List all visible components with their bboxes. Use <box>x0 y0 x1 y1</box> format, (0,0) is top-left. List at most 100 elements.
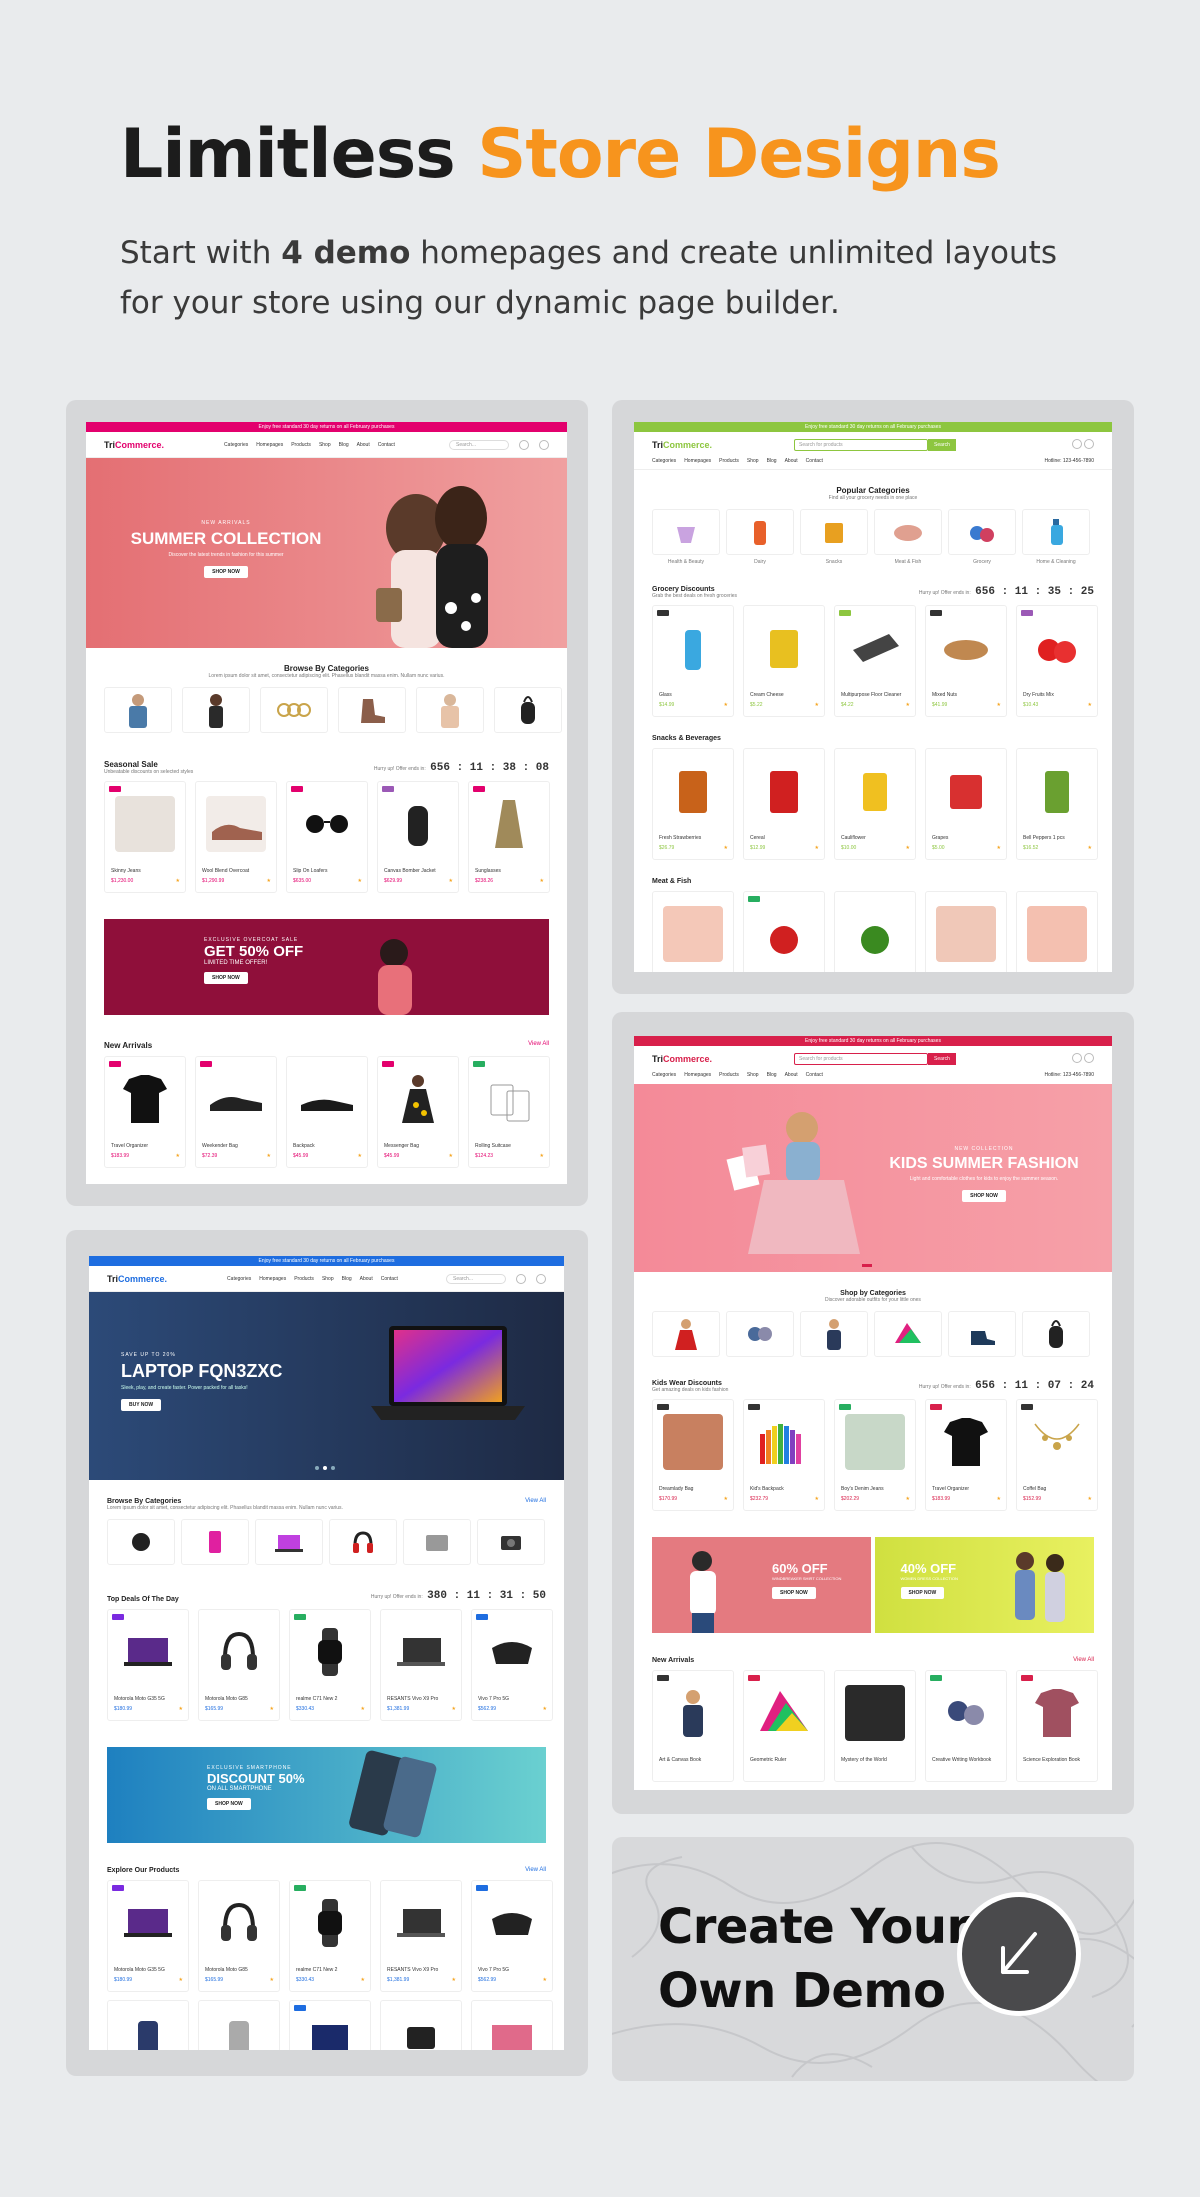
buy-now-button[interactable]: BUY NOW <box>121 1399 162 1411</box>
category-tile[interactable] <box>1022 509 1090 555</box>
product-card[interactable] <box>471 2000 553 2050</box>
arrow-down-left-icon[interactable] <box>957 1892 1081 2016</box>
search-input[interactable]: Search for products <box>794 1053 929 1065</box>
product-card[interactable]: realme C71 New 2 $330.43 ★ <box>289 1609 371 1721</box>
category-tile[interactable] <box>182 687 250 733</box>
nav-item[interactable]: Products <box>719 1072 739 1084</box>
product-card[interactable]: Travel Organizer $183.99 ★ <box>925 1399 1007 1511</box>
product-card[interactable]: RESANTS Vivo X9 Pro $1,381.99 ★ <box>380 1609 462 1721</box>
category-tile[interactable] <box>338 687 406 733</box>
product-card[interactable]: Motorola Moto G35 5G $180.99 ★ <box>107 1880 189 1992</box>
demo-card-grocery[interactable]: Enjoy free standard 30 day returns on al… <box>612 400 1134 994</box>
nav-item[interactable]: Shop <box>322 1276 334 1282</box>
nav-item[interactable]: Homepages <box>259 1276 286 1282</box>
product-card[interactable]: Cream Cheese $5.22 ★ <box>743 605 825 717</box>
product-card[interactable]: Fresh Strawberries $26.79 ★ <box>652 748 734 860</box>
product-card[interactable]: Rolling Suitcase $124.23 ★ <box>468 1056 550 1168</box>
category-tile[interactable] <box>726 1311 794 1357</box>
product-card[interactable]: Kid's Backpack $232.79 ★ <box>743 1399 825 1511</box>
product-card[interactable]: Vivo 7 Pro 5G $562.99 ★ <box>471 1609 553 1721</box>
product-card[interactable]: Boy's Denim Jeans $202.29 ★ <box>834 1399 916 1511</box>
category-tile[interactable] <box>800 509 868 555</box>
product-card[interactable]: RESANTS Vivo X9 Pro $1,381.99 ★ <box>380 1880 462 1992</box>
category-tile[interactable] <box>477 1519 545 1565</box>
nav-item[interactable]: About <box>360 1276 373 1282</box>
nav-item[interactable]: Products <box>291 442 311 448</box>
product-card[interactable]: Motorola Moto G35 5G $180.99 ★ <box>107 1609 189 1721</box>
category-tile[interactable] <box>104 687 172 733</box>
search-input[interactable]: Search... <box>449 439 509 450</box>
nav-item[interactable]: About <box>357 442 370 448</box>
category-tile[interactable] <box>652 1311 720 1357</box>
category-tile[interactable] <box>948 1311 1016 1357</box>
shop-now-button[interactable]: SHOP NOW <box>900 1587 945 1599</box>
search-button[interactable]: Search <box>928 1053 956 1065</box>
logo[interactable]: TriCommerce. <box>652 1054 712 1064</box>
product-card[interactable] <box>652 891 734 972</box>
product-card[interactable]: Sunglasses $238.26 ★ <box>468 781 550 893</box>
nav-item[interactable]: Categories <box>227 1276 251 1282</box>
nav-item[interactable]: Homepages <box>684 1072 711 1084</box>
nav-item[interactable]: Contact <box>806 458 823 469</box>
nav-item[interactable]: Products <box>719 458 739 469</box>
logo[interactable]: TriCommerce. <box>107 1274 167 1284</box>
product-card[interactable]: Multipurpose Floor Cleaner $4.22 ★ <box>834 605 916 717</box>
product-card[interactable]: Vivo 7 Pro 5G $562.99 ★ <box>471 1880 553 1992</box>
search-input[interactable]: Search... <box>446 1273 506 1284</box>
nav-item[interactable]: About <box>785 458 798 469</box>
nav-item[interactable]: Homepages <box>684 458 711 469</box>
view-all-link[interactable]: View All <box>528 1041 549 1050</box>
category-tile[interactable] <box>726 509 794 555</box>
product-card[interactable]: Weekender Bag $72.39 ★ <box>195 1056 277 1168</box>
search-button[interactable]: Search <box>928 439 956 451</box>
cart-icon[interactable] <box>516 1273 526 1284</box>
category-tile[interactable] <box>329 1519 397 1565</box>
create-demo-card[interactable]: Create Your Own Demo <box>612 1837 1134 2081</box>
nav-item[interactable]: Shop <box>747 1072 759 1084</box>
promo-banner[interactable]: 60% OFF WINDBREAKER SHIRT COLLECTION SHO… <box>652 1537 871 1633</box>
product-card[interactable] <box>107 2000 189 2050</box>
product-card[interactable]: Dreamlady Bag $170.99 ★ <box>652 1399 734 1511</box>
nav-item[interactable]: Blog <box>767 1072 777 1084</box>
product-card[interactable]: Messenger Bag $45.99 ★ <box>377 1056 459 1168</box>
shop-now-button[interactable]: SHOP NOW <box>207 1798 251 1810</box>
shop-now-button[interactable]: SHOP NOW <box>204 972 248 984</box>
product-card[interactable]: Motorola Moto G85 $165.99 ★ <box>198 1880 280 1992</box>
nav-item[interactable]: Categories <box>224 442 248 448</box>
nav-item[interactable]: Contact <box>381 1276 398 1282</box>
product-card[interactable]: Dry Fruits Mix $10.43 ★ <box>1016 605 1098 717</box>
nav-item[interactable]: Contact <box>806 1072 823 1084</box>
shop-now-button[interactable]: SHOP NOW <box>204 566 248 578</box>
promo-banner[interactable]: EXCLUSIVE SMARTPHONE DISCOUNT 50% ON ALL… <box>107 1747 546 1843</box>
cart-icon[interactable] <box>1072 439 1083 449</box>
cart-icon[interactable] <box>519 439 529 450</box>
user-icon[interactable] <box>1084 1053 1094 1063</box>
category-tile[interactable] <box>800 1311 868 1357</box>
category-tile[interactable] <box>260 687 328 733</box>
category-tile[interactable] <box>874 1311 942 1357</box>
nav-item[interactable]: Categories <box>652 458 676 469</box>
search-input[interactable]: Search for products <box>794 439 929 451</box>
category-tile[interactable] <box>107 1519 175 1565</box>
category-tile[interactable] <box>494 687 562 733</box>
product-card[interactable]: Geometric Ruler <box>743 1670 825 1782</box>
product-card[interactable]: Skinny Jeans $1,230.00 ★ <box>104 781 186 893</box>
view-all-link[interactable]: View All <box>525 1498 546 1511</box>
demo-card-fashion[interactable]: Enjoy free standard 30 day returns on al… <box>66 400 588 1206</box>
nav-item[interactable]: Contact <box>378 442 395 448</box>
nav-item[interactable]: About <box>785 1072 798 1084</box>
product-card[interactable]: Wool Blend Overcoat $1,290.99 ★ <box>195 781 277 893</box>
category-tile[interactable] <box>416 687 484 733</box>
product-card[interactable] <box>1016 891 1098 972</box>
product-card[interactable] <box>198 2000 280 2050</box>
view-all-link[interactable]: View All <box>525 1867 546 1874</box>
product-card[interactable]: Motorola Moto G85 $165.99 ★ <box>198 1609 280 1721</box>
product-card[interactable]: Cauliflower $10.00 ★ <box>834 748 916 860</box>
category-tile[interactable] <box>652 509 720 555</box>
product-card[interactable]: Grapes $5.00 ★ <box>925 748 1007 860</box>
shop-now-button[interactable]: SHOP NOW <box>772 1587 816 1599</box>
user-icon[interactable] <box>539 439 549 450</box>
nav-item[interactable]: Homepages <box>256 442 283 448</box>
product-card[interactable]: Backpack $45.99 ★ <box>286 1056 368 1168</box>
shop-now-button[interactable]: SHOP NOW <box>962 1190 1006 1202</box>
